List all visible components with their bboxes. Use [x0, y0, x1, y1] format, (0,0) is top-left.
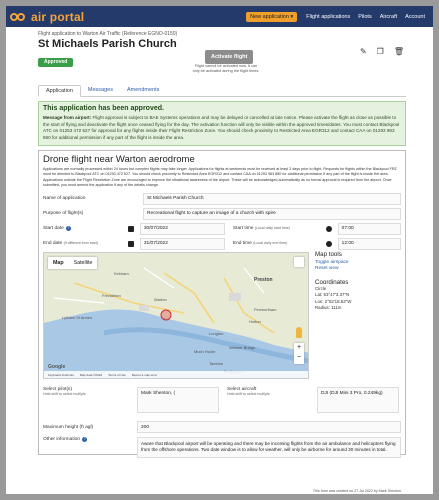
toggle-airspace-link[interactable]: Toggle airspace — [315, 260, 403, 265]
tab-amendments[interactable]: Amendments — [120, 85, 166, 96]
map-place-label: Kirkham — [114, 271, 129, 276]
other-info-row: Other information? Aware that Blackpool … — [43, 437, 401, 458]
map-footer: Keyboard shortcuts Map data ©2022 Terms … — [44, 371, 308, 379]
start-date-label: Start date? — [43, 226, 71, 231]
other-info-label: Other information? — [43, 437, 88, 443]
map-place-label: Preston — [254, 277, 273, 283]
end-date-label: End date (If different from start) — [43, 241, 99, 246]
start-time-label: Start time (Local daily start time) — [232, 226, 290, 231]
end-date-field[interactable]: 31/07/2022 — [139, 237, 225, 250]
approval-lead: Message from airport: — [43, 115, 92, 120]
map-labels: Kirkham Freckleton Lytham St Annes Warto… — [62, 271, 277, 374]
map-footer-link[interactable]: Report a map error — [132, 373, 157, 377]
nav-link-pilots[interactable]: Pilots — [358, 14, 371, 20]
map-place-label: Warton — [154, 297, 167, 302]
google-logo: Google — [48, 364, 66, 371]
tab-messages[interactable]: Messages — [81, 85, 120, 96]
aircraft-select[interactable]: DJI (DJI Mini 3 Pro, 0.249kg) — [317, 387, 399, 414]
map-view[interactable]: Kirkham Freckleton Lytham St Annes Warto… — [43, 252, 309, 380]
map-footer-text: Map data ©2022 — [79, 372, 103, 377]
nav-link-account[interactable]: Account — [405, 14, 425, 20]
clock-icon — [325, 225, 332, 232]
map-type-tabs: Map Satellite — [48, 257, 98, 270]
status-badge: Approved — [38, 57, 74, 67]
top-navbar: air portal New application ▾ Flight appl… — [6, 6, 433, 27]
pegman-icon[interactable] — [296, 327, 302, 339]
logo-icon — [10, 12, 28, 22]
map-tab-map[interactable]: Map — [48, 257, 69, 269]
calendar-icon — [127, 225, 134, 232]
other-info-field[interactable]: Aware that Blackpool airport will be ope… — [137, 437, 401, 458]
name-field[interactable]: St Michaels Parish Church — [143, 192, 401, 205]
end-time-field[interactable]: 12:00 — [337, 237, 401, 250]
map-place-label: Walmer Bridge — [229, 345, 256, 350]
copy-icon[interactable]: ❐ — [377, 47, 384, 56]
brand-name: air portal — [31, 9, 85, 24]
pilots-hint: Hold shift to select multiple — [43, 392, 86, 397]
map-place-label: Freckleton — [102, 293, 121, 298]
approval-body: Flight approval is subject to BAE System… — [43, 115, 400, 140]
pilot-aircraft-row: Select pilot(s) Hold shift to select mul… — [43, 387, 403, 414]
header-actions: ✎ ❐ 🗑 — [360, 47, 404, 56]
fullscreen-icon[interactable] — [294, 257, 304, 268]
map-place-label: Much Hoole — [194, 349, 216, 354]
created-note: This form was created on 27 Jul 2022 by … — [312, 489, 402, 493]
approval-message: Message from airport: Flight approval is… — [43, 115, 401, 141]
map-place-label: Lytham St Annes — [62, 315, 92, 320]
purpose-field[interactable]: Recreational flight to capture an image … — [143, 207, 401, 220]
zoom-control: + − — [294, 343, 304, 365]
name-label: Name of application — [43, 196, 86, 201]
browser-frame: air portal New application ▾ Flight appl… — [6, 6, 433, 494]
activate-flight-button[interactable]: Activate flight — [205, 50, 254, 64]
map-place-label: Tarleton — [209, 361, 223, 366]
zoom-in-icon[interactable]: + — [294, 343, 304, 353]
calendar-icon — [127, 240, 134, 247]
help-icon[interactable]: ? — [82, 437, 88, 443]
new-application-button[interactable]: New application ▾ — [246, 11, 298, 22]
aircraft-hint: Hold shift to select multiple — [227, 392, 270, 397]
form-intro: Applications are normally processed with… — [43, 167, 397, 188]
delete-icon[interactable]: 🗑 — [394, 47, 404, 56]
tab-bar: Application Messages Amendments — [38, 85, 406, 97]
brand-logo[interactable]: air portal — [10, 10, 84, 24]
map-footer-link[interactable]: Keyboard shortcuts — [48, 373, 74, 377]
start-time-field[interactable]: 07:00 — [337, 222, 401, 235]
start-date-field[interactable]: 30/07/2022 — [139, 222, 225, 235]
map-tab-satellite[interactable]: Satellite — [69, 257, 98, 269]
tab-application[interactable]: Application — [38, 85, 81, 97]
map-place-label: Penwortham — [254, 307, 277, 312]
help-icon[interactable]: ? — [65, 226, 71, 231]
height-row: Maximum height (ft agl) 200 — [43, 421, 401, 434]
page-header: Flight application to Warton Air Traffic… — [6, 27, 433, 85]
coord-radius: Radius: 111m — [315, 305, 342, 311]
map-tools-panel: Map tools Toggle airspace Reset view Coo… — [315, 251, 403, 312]
coordinates-heading: Coordinates — [315, 279, 349, 287]
reset-view-link[interactable]: Reset view — [315, 266, 403, 271]
height-field[interactable]: 200 — [137, 421, 401, 434]
map-place-label: Longton — [209, 331, 223, 336]
zoom-out-icon[interactable]: − — [294, 353, 304, 363]
activate-note: Flight cannot be activated now. It can o… — [192, 64, 260, 74]
page-subtitle: Flight application to Warton Air Traffic… — [38, 31, 178, 37]
nav-link-aircraft[interactable]: Aircraft — [380, 14, 397, 20]
map-place-label: Hutton — [249, 319, 261, 324]
end-time-label: End time (Local daily end time) — [232, 241, 288, 246]
nav-link-flight-applications[interactable]: Flight applications — [306, 14, 350, 20]
approval-alert: This application has been approved. Mess… — [38, 101, 406, 147]
application-form: Drone flight near Warton aerodrome Appli… — [38, 150, 406, 458]
map-footer-link[interactable]: Terms of Use — [108, 373, 126, 377]
pilots-select[interactable]: Mark Shenton, ( — [137, 387, 219, 414]
approval-heading: This application has been approved. — [43, 105, 164, 112]
purpose-label: Purpose of flight(s) — [43, 211, 84, 216]
clock-icon — [325, 240, 332, 247]
height-label: Maximum height (ft agl) — [43, 424, 94, 430]
map-tools-heading: Map tools — [315, 251, 342, 259]
edit-icon[interactable]: ✎ — [360, 47, 367, 56]
form-heading: Drone flight near Warton aerodrome — [43, 154, 195, 166]
